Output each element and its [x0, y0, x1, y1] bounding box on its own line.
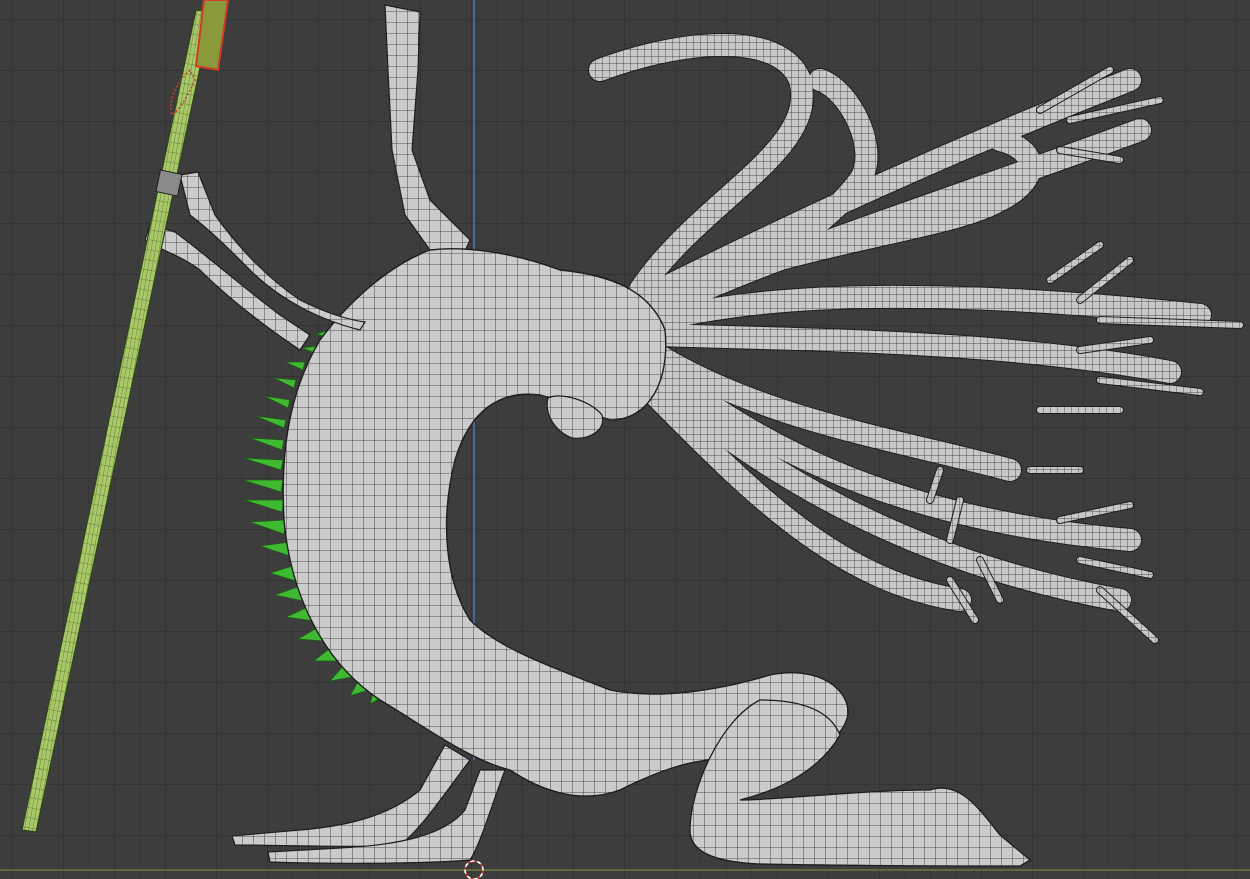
- scene: [0, 0, 1250, 879]
- raised-arm: [384, 4, 471, 263]
- 3d-viewport[interactable]: [0, 0, 1250, 879]
- tentacles[interactable]: [588, 33, 1244, 644]
- staff[interactable]: [21, 0, 230, 833]
- left-arm: [179, 171, 367, 331]
- leg: [689, 699, 1032, 867]
